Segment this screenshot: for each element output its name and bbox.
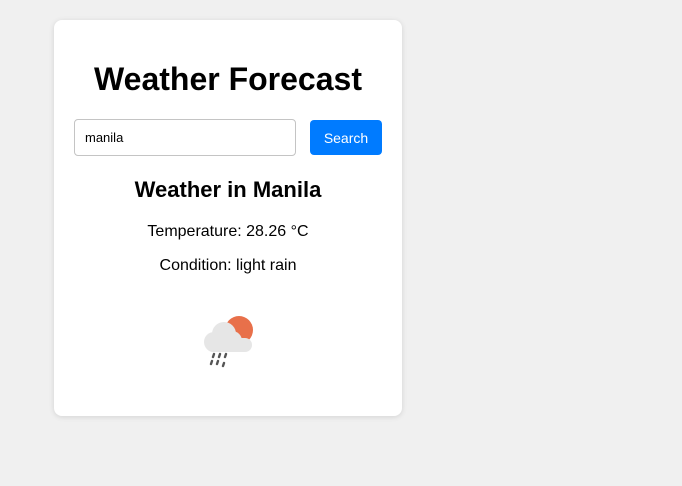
sun-cloud-rain-icon [204, 316, 253, 368]
city-search-input[interactable] [74, 119, 296, 156]
search-bar: Search [74, 119, 382, 156]
temperature-text: Temperature: 28.26 °C [147, 223, 309, 240]
weather-card: Weather Forecast Search Weather in Manil… [54, 20, 402, 416]
search-button[interactable]: Search [310, 120, 382, 155]
rain-drops [209, 352, 228, 368]
city-weather-heading: Weather in Manila [134, 177, 322, 202]
condition-text: Condition: light rain [159, 257, 297, 274]
page-title: Weather Forecast [94, 61, 362, 97]
